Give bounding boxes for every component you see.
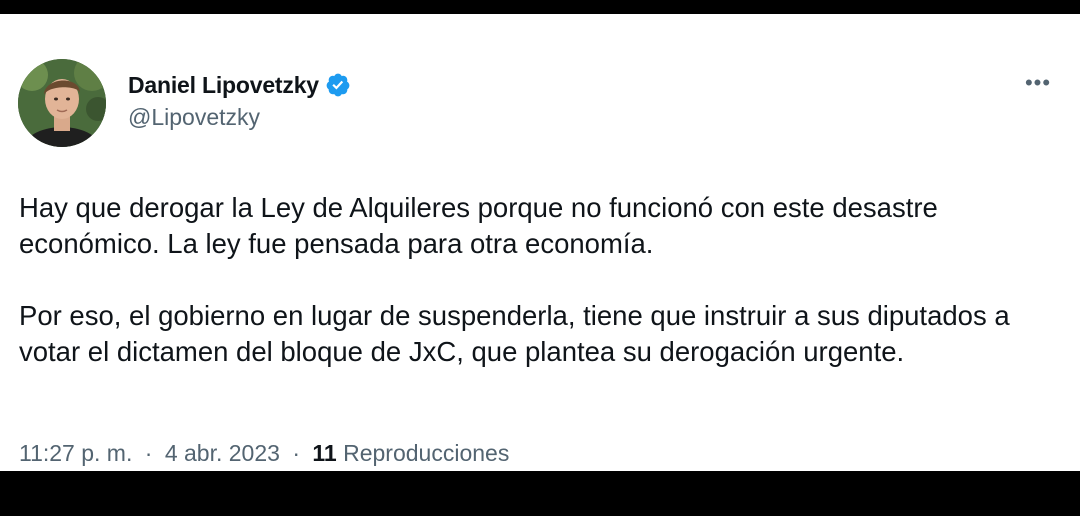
verified-badge-icon[interactable] (325, 72, 351, 98)
tweet-paragraph: Por eso, el gobierno en lugar de suspend… (19, 300, 1010, 367)
more-dots-icon: ••• (1024, 70, 1052, 95)
views-count: 11 (312, 440, 337, 466)
tweet-metadata: 11:27 p. m. · 4 abr. 2023 · 11 Reproducc… (19, 440, 509, 467)
meta-separator: · (144, 440, 153, 466)
more-options-button[interactable]: ••• (1016, 68, 1060, 98)
avatar[interactable] (18, 59, 106, 147)
tweet-text: Hay que derogar la Ley de Alquileres por… (19, 190, 1039, 406)
author-handle[interactable]: @Lipovetzky (128, 104, 260, 131)
tweet-card: Daniel Lipovetzky @Lipovetzky ••• Hay qu… (0, 14, 1080, 471)
tweet-date[interactable]: 4 abr. 2023 (165, 440, 280, 466)
author-display-name[interactable]: Daniel Lipovetzky (128, 72, 319, 99)
author-name-row: Daniel Lipovetzky (128, 68, 351, 102)
tweet-time[interactable]: 11:27 p. m. (19, 440, 132, 466)
views-label: Reproducciones (343, 440, 510, 466)
tweet-paragraph: Hay que derogar la Ley de Alquileres por… (19, 192, 938, 259)
meta-separator: · (292, 440, 300, 466)
avatar-photo (18, 59, 106, 147)
